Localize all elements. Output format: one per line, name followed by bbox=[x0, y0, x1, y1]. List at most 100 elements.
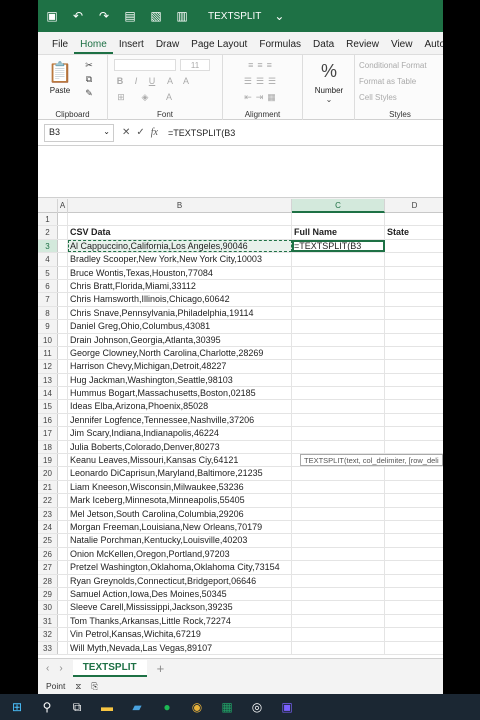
accessibility-icon[interactable]: ⧖ bbox=[75, 681, 81, 692]
cell-b[interactable]: Mark Iceberg,Minnesota,Minneapolis,55405 bbox=[68, 494, 292, 507]
cell-a[interactable] bbox=[58, 561, 68, 574]
tab-home[interactable]: Home bbox=[74, 39, 113, 54]
cell-d[interactable] bbox=[385, 628, 443, 640]
cell-d[interactable] bbox=[385, 441, 443, 453]
cell-c[interactable] bbox=[292, 507, 385, 520]
cell-c[interactable]: =TEXTSPLIT(B3 bbox=[292, 239, 385, 253]
cell-a[interactable] bbox=[58, 440, 68, 454]
cell-b[interactable]: George Clowney,North Carolina,Charlotte,… bbox=[68, 346, 292, 360]
cell-a[interactable] bbox=[58, 454, 68, 467]
cell-c[interactable] bbox=[292, 213, 385, 226]
cell-a[interactable] bbox=[58, 253, 68, 266]
cell-b[interactable]: Chris Hamsworth,Illinois,Chicago,60642 bbox=[68, 293, 292, 306]
row-header[interactable]: 12 bbox=[38, 360, 58, 373]
chevron-down-icon[interactable]: ⌄ bbox=[103, 127, 110, 136]
row-header[interactable]: 5 bbox=[38, 266, 58, 279]
row-header[interactable]: 28 bbox=[38, 574, 58, 587]
cell-b[interactable]: Hummus Bogart,Massachusetts,Boston,02185 bbox=[68, 387, 292, 400]
save-icon[interactable]: ▣ bbox=[44, 8, 60, 24]
cell-a[interactable] bbox=[58, 293, 68, 306]
cell-c[interactable] bbox=[292, 333, 385, 346]
image-icon[interactable]: ▧ bbox=[148, 8, 164, 24]
format-painter-icon[interactable]: ✎ bbox=[82, 87, 96, 99]
cell-styles-button[interactable]: Cell Styles bbox=[359, 91, 443, 103]
italic-icon[interactable]: I bbox=[130, 75, 142, 87]
cell-d[interactable] bbox=[385, 548, 443, 560]
cell-b[interactable]: Onion McKellen,Oregon,Portland,97203 bbox=[68, 547, 292, 561]
cut-icon[interactable]: ✂ bbox=[82, 59, 96, 71]
cell-b[interactable]: Leonardo DiCaprisun,Maryland,Baltimore,2… bbox=[68, 467, 292, 480]
cell-c[interactable] bbox=[292, 387, 385, 400]
next-sheet-icon[interactable]: › bbox=[59, 663, 62, 674]
number-button[interactable]: Number bbox=[305, 85, 353, 95]
cell-d[interactable] bbox=[385, 240, 443, 252]
obs-icon[interactable]: ◎ bbox=[248, 698, 266, 716]
formula-expanded-area[interactable] bbox=[38, 146, 443, 198]
cell-d[interactable] bbox=[385, 360, 443, 372]
task-view-icon[interactable]: ⧉ bbox=[68, 698, 86, 716]
cell-a[interactable] bbox=[58, 279, 68, 293]
row-header[interactable]: 17 bbox=[38, 427, 58, 440]
cell-c[interactable] bbox=[292, 641, 385, 654]
cell-c[interactable] bbox=[292, 587, 385, 601]
tab-formulas[interactable]: Formulas bbox=[253, 39, 307, 54]
row-header[interactable]: 8 bbox=[38, 306, 58, 320]
cell-a[interactable] bbox=[58, 373, 68, 387]
cell-c[interactable] bbox=[292, 346, 385, 360]
cell-d[interactable] bbox=[385, 307, 443, 319]
row-header[interactable]: 29 bbox=[38, 587, 58, 601]
cell-d[interactable] bbox=[385, 293, 443, 305]
cell-c[interactable] bbox=[292, 440, 385, 454]
cell-d[interactable] bbox=[385, 575, 443, 587]
column-header-c[interactable]: C bbox=[292, 199, 385, 213]
cell-a[interactable] bbox=[58, 346, 68, 360]
cell-a[interactable] bbox=[58, 467, 68, 480]
form-icon[interactable]: ▥ bbox=[174, 8, 190, 24]
undo-icon[interactable]: ↶ bbox=[70, 8, 86, 24]
cell-b[interactable]: Sleeve Carell,Mississippi,Jackson,39235 bbox=[68, 601, 292, 614]
cell-a[interactable] bbox=[58, 547, 68, 561]
row-header[interactable]: 1 bbox=[38, 213, 58, 226]
column-header-d[interactable]: D bbox=[385, 199, 443, 213]
cell-c[interactable] bbox=[292, 253, 385, 266]
percent-icon[interactable]: % bbox=[317, 59, 341, 83]
row-header[interactable]: 15 bbox=[38, 400, 58, 413]
cell-a[interactable] bbox=[58, 494, 68, 507]
cell-b[interactable]: Bradley Scooper,New York,New York City,1… bbox=[68, 253, 292, 266]
horizontal-align-icons[interactable]: ☰☰☰ bbox=[229, 75, 295, 87]
row-header[interactable]: 32 bbox=[38, 628, 58, 641]
paste-button[interactable]: Paste bbox=[46, 85, 74, 95]
cell-c[interactable] bbox=[292, 320, 385, 333]
row-header[interactable]: 26 bbox=[38, 547, 58, 561]
windows-start-icon[interactable]: ⊞ bbox=[8, 698, 26, 716]
app-icon[interactable]: ▣ bbox=[278, 698, 296, 716]
row-header[interactable]: 4 bbox=[38, 253, 58, 266]
redo-icon[interactable]: ↷ bbox=[96, 8, 112, 24]
cell-b[interactable]: Drain Johnson,Georgia,Atlanta,30395 bbox=[68, 333, 292, 346]
search-icon[interactable]: ⚲ bbox=[38, 698, 56, 716]
format-as-table-button[interactable]: Format as Table bbox=[359, 75, 443, 87]
worksheet-grid[interactable]: ABCD 1 2 CSV Data Full Name State 3 Al Cappucc… bbox=[38, 199, 443, 658]
chevron-down-icon[interactable]: ⌄ bbox=[271, 8, 287, 24]
cell-c[interactable] bbox=[292, 413, 385, 427]
name-box[interactable]: B3 ⌄ bbox=[44, 123, 114, 142]
cell-b[interactable]: Harrison Chevy,Michigan,Detroit,48227 bbox=[68, 360, 292, 373]
cell-a[interactable] bbox=[58, 239, 68, 253]
file-explorer-icon[interactable]: ▬ bbox=[98, 698, 116, 716]
cell-b[interactable]: Chris Snave,Pennsylvania,Philadelphia,19… bbox=[68, 306, 292, 320]
cell-a[interactable] bbox=[58, 306, 68, 320]
cell-b[interactable]: CSV Data bbox=[68, 226, 292, 239]
cell-c[interactable] bbox=[292, 494, 385, 507]
cell-a[interactable] bbox=[58, 534, 68, 547]
row-header[interactable]: 2 bbox=[38, 226, 58, 239]
indent-icons[interactable]: ⇤⇥▦ bbox=[229, 91, 295, 103]
cell-a[interactable] bbox=[58, 387, 68, 400]
cell-b[interactable]: Ryan Greynolds,Connecticut,Bridgeport,06… bbox=[68, 574, 292, 587]
cell-b[interactable] bbox=[68, 213, 292, 226]
cell-a[interactable] bbox=[58, 587, 68, 601]
vertical-align-icons[interactable]: ≡≡≡ bbox=[229, 59, 295, 71]
borders-icon[interactable]: ⊞ bbox=[114, 91, 128, 103]
cell-d[interactable] bbox=[385, 253, 443, 265]
select-all-corner[interactable] bbox=[38, 199, 58, 213]
row-header[interactable]: 10 bbox=[38, 333, 58, 346]
